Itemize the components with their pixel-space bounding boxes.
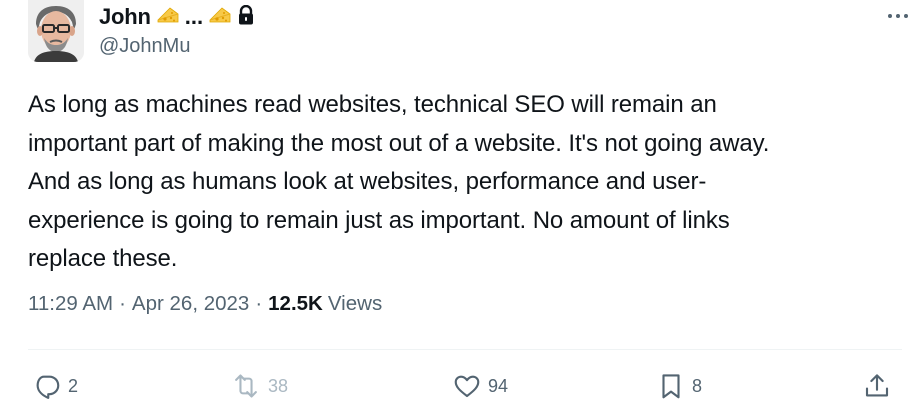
author-handle[interactable]: @JohnMu: [99, 35, 190, 58]
bookmark-button[interactable]: 8: [656, 366, 702, 406]
reply-count: 2: [68, 375, 79, 396]
tweet-meta: 11:29 AM · Apr 26, 2023 · 12.5K Views: [28, 292, 382, 316]
action-bar: 2 38 94 8: [28, 366, 908, 406]
bookmark-icon: [656, 371, 686, 401]
share-button[interactable]: [862, 366, 892, 406]
bookmark-count: 8: [692, 375, 703, 396]
reply-icon: [32, 371, 62, 401]
divider: [28, 349, 902, 350]
repost-icon: [230, 371, 262, 401]
meta-separator: ·: [255, 292, 263, 315]
like-button[interactable]: 94: [452, 366, 508, 406]
like-count: 94: [488, 375, 509, 396]
reply-button[interactable]: 2: [32, 366, 78, 406]
more-icon: [888, 14, 908, 18]
author-name[interactable]: John: [99, 4, 151, 30]
avatar[interactable]: [28, 0, 84, 62]
repost-button[interactable]: 38: [230, 366, 288, 406]
name-ellipsis: ...: [184, 4, 204, 29]
meta-separator: ·: [119, 292, 126, 315]
repost-count: 38: [268, 375, 289, 396]
views-label[interactable]: Views: [328, 292, 382, 316]
share-icon: [862, 371, 892, 401]
author-name-row[interactable]: John ...: [99, 4, 255, 30]
cheese-icon: [209, 5, 231, 30]
tweet-time[interactable]: 11:29 AM: [28, 292, 113, 316]
lock-icon: [237, 4, 255, 30]
heart-icon: [452, 371, 482, 401]
cheese-icon: [157, 5, 179, 30]
tweet-text: As long as machines read websites, techn…: [28, 91, 770, 272]
tweet-date[interactable]: Apr 26, 2023: [132, 292, 249, 316]
tweet-header: John ... @JohnMu: [28, 0, 908, 76]
more-options-button[interactable]: [884, 6, 912, 26]
views-count[interactable]: 12.5K: [268, 292, 323, 316]
